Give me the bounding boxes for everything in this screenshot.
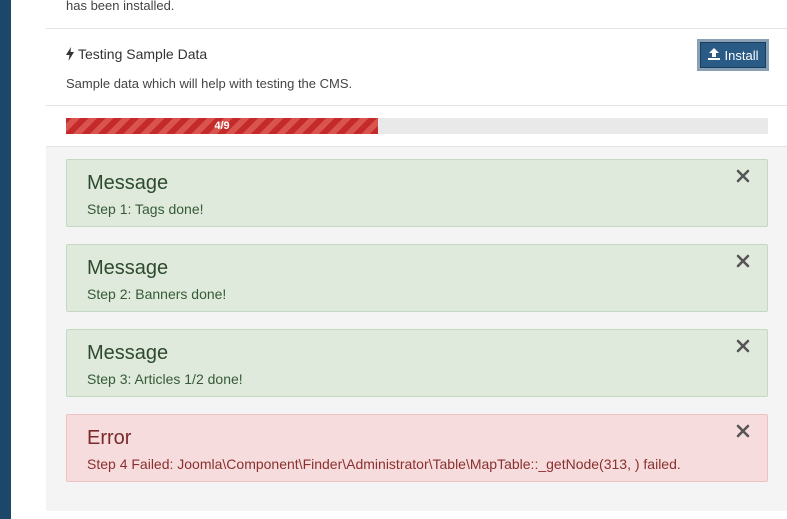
alert-text: Step 1: Tags done! bbox=[87, 201, 204, 217]
sidebar-gap bbox=[11, 0, 30, 519]
close-icon[interactable] bbox=[736, 424, 750, 438]
close-icon[interactable] bbox=[736, 254, 750, 268]
progress-fill: 4/9 bbox=[66, 118, 378, 134]
close-icon[interactable] bbox=[736, 169, 750, 183]
alert-text: Step 2: Banners done! bbox=[87, 286, 227, 302]
message-alert: Message Step 2: Banners done! bbox=[66, 244, 768, 312]
progress-label: 4/9 bbox=[214, 120, 230, 132]
message-alert: Message Step 3: Articles 1/2 done! bbox=[66, 329, 768, 397]
upload-icon bbox=[707, 47, 720, 63]
install-button-label: Install bbox=[724, 47, 759, 63]
close-icon[interactable] bbox=[736, 339, 750, 353]
divider bbox=[46, 146, 787, 147]
sample-data-title: Testing Sample Data bbox=[66, 46, 207, 62]
progress-bar: 4/9 bbox=[66, 118, 768, 134]
divider bbox=[46, 105, 787, 106]
error-alert: Error Step 4 Failed: Joomla\Component\Fi… bbox=[66, 414, 768, 482]
alert-heading: Error bbox=[87, 427, 132, 449]
alert-heading: Message bbox=[87, 342, 169, 364]
bolt-icon bbox=[66, 47, 74, 61]
alert-heading: Message bbox=[87, 257, 169, 279]
install-button[interactable]: Install bbox=[697, 39, 769, 71]
message-alert: Message Step 1: Tags done! bbox=[66, 159, 768, 227]
divider bbox=[46, 28, 787, 29]
alert-text: Step 3: Articles 1/2 done! bbox=[87, 371, 243, 387]
alert-text: Step 4 Failed: Joomla\Component\Finder\A… bbox=[87, 456, 681, 472]
sample-data-title-text: Testing Sample Data bbox=[78, 46, 208, 62]
alert-heading: Message bbox=[87, 172, 169, 194]
previous-item-text: has been installed. bbox=[66, 0, 175, 13]
bottom-strip bbox=[30, 511, 787, 519]
sidebar-edge bbox=[0, 0, 11, 519]
sample-data-description: Sample data which will help with testing… bbox=[66, 76, 353, 91]
